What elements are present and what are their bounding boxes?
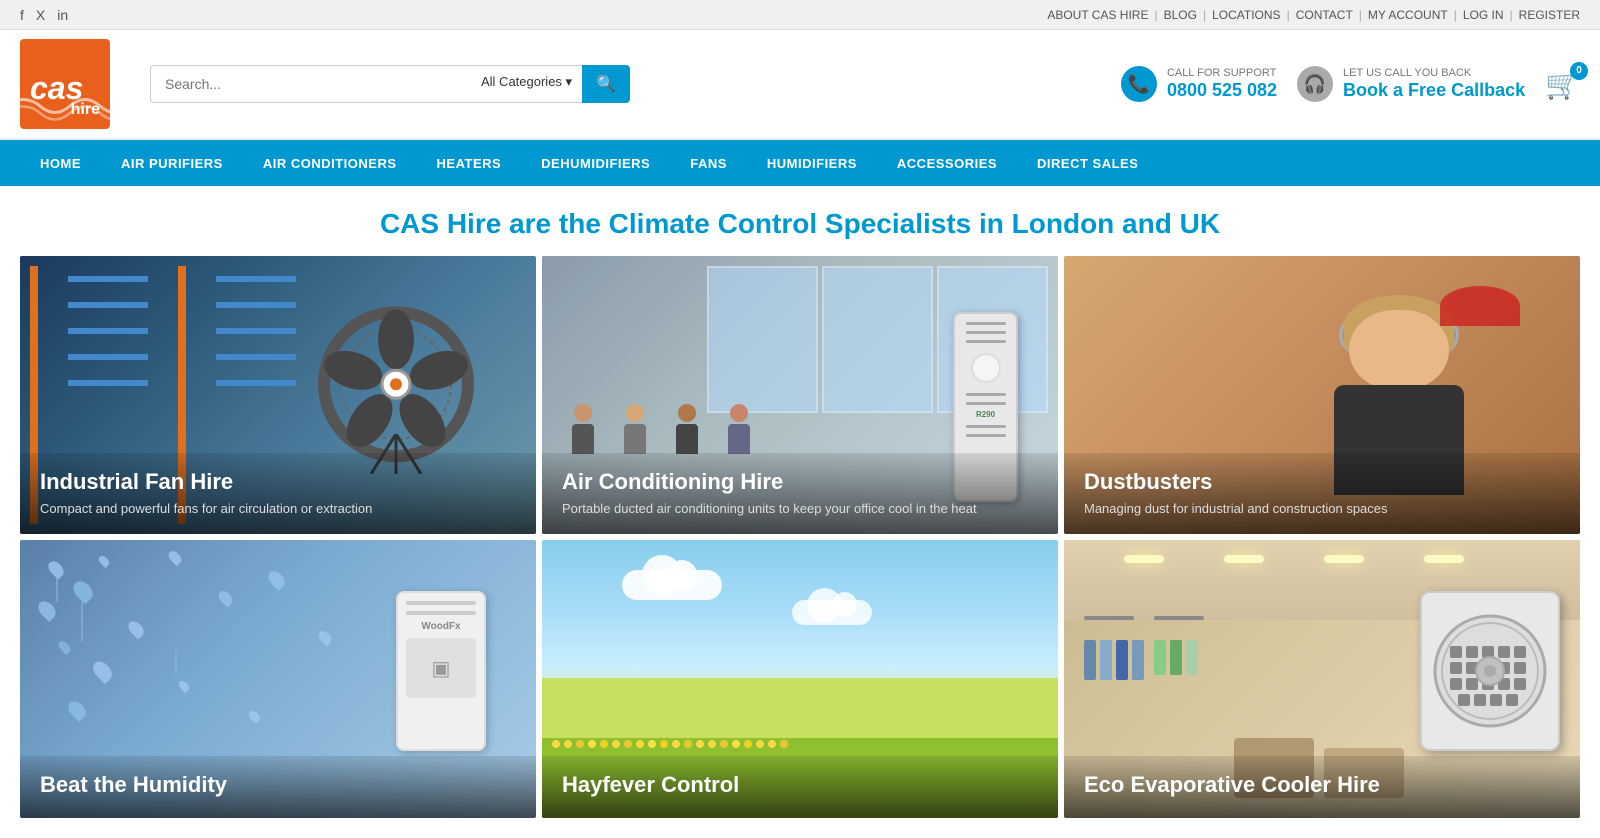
nav-home[interactable]: HOME [20, 140, 101, 186]
support-label: CALL FOR SUPPORT [1167, 67, 1277, 80]
headset-icon: 🎧 [1297, 66, 1333, 102]
card-fan-overlay: Industrial Fan Hire Compact and powerful… [20, 453, 536, 534]
people-scene [572, 394, 750, 454]
search-area: All Categories ▾ 🔍 [150, 65, 630, 103]
card-air-conditioning[interactable]: R290 Air Conditioning Hire Portable duct… [542, 256, 1058, 534]
nav-air-purifiers[interactable]: AIR PURIFIERS [101, 140, 243, 186]
card-fan-desc: Compact and powerful fans for air circul… [40, 500, 516, 518]
grid-row-2: WoodFx ▣ Beat the Humidity [20, 540, 1580, 818]
cart-badge: 0 [1570, 62, 1588, 80]
card-ac-desc: Portable ducted air conditioning units t… [562, 500, 1038, 518]
social-links: f X in [20, 7, 68, 23]
cart-button[interactable]: 🛒 0 [1545, 68, 1580, 101]
nav-accessories[interactable]: ACCESSORIES [877, 140, 1017, 186]
about-link[interactable]: ABOUT CAS HIRE [1047, 8, 1148, 22]
card-hayfever-title: Hayfever Control [562, 772, 1038, 798]
card-ac-title: Air Conditioning Hire [562, 469, 1038, 495]
cloud-1 [622, 570, 722, 600]
nav-dehumidifiers[interactable]: DEHUMIDIFIERS [521, 140, 670, 186]
hero-title: CAS Hire are the Climate Control Special… [0, 186, 1600, 256]
cloud-2 [792, 600, 872, 625]
flowers [542, 740, 1058, 748]
card-hayfever[interactable]: Hayfever Control [542, 540, 1058, 818]
header-right: 📞 CALL FOR SUPPORT 0800 525 082 🎧 LET US… [1121, 66, 1580, 102]
my-account-link[interactable]: MY ACCOUNT [1368, 8, 1448, 22]
card-evaporative[interactable]: Eco Evaporative Cooler Hire [1064, 540, 1580, 818]
product-grid: Industrial Fan Hire Compact and powerful… [0, 256, 1600, 838]
twitter-icon[interactable]: X [36, 7, 45, 23]
top-bar: f X in ABOUT CAS HIRE | BLOG | LOCATIONS… [0, 0, 1600, 30]
nav-heaters[interactable]: HEATERS [417, 140, 522, 186]
nav-air-conditioners[interactable]: AIR CONDITIONERS [243, 140, 417, 186]
hard-hat [1440, 286, 1520, 326]
blog-link[interactable]: BLOG [1164, 8, 1197, 22]
evap-cooler-graphic [1420, 591, 1560, 751]
card-evap-title: Eco Evaporative Cooler Hire [1084, 772, 1560, 798]
card-dustbusters[interactable]: Dustbusters Managing dust for industrial… [1064, 256, 1580, 534]
dehumidifier-graphic: WoodFx ▣ [396, 591, 486, 751]
facebook-icon[interactable]: f [20, 7, 24, 23]
card-dustbuster-desc: Managing dust for industrial and constru… [1084, 500, 1560, 518]
register-link[interactable]: REGISTER [1519, 8, 1580, 22]
support-block: 📞 CALL FOR SUPPORT 0800 525 082 [1121, 66, 1277, 102]
card-fan-title: Industrial Fan Hire [40, 469, 516, 495]
support-number[interactable]: 0800 525 082 [1167, 80, 1277, 101]
grid-row-1: Industrial Fan Hire Compact and powerful… [20, 256, 1580, 534]
card-evap-overlay: Eco Evaporative Cooler Hire [1064, 756, 1580, 818]
nav-direct-sales[interactable]: DIRECT SALES [1017, 140, 1158, 186]
main-nav: HOME AIR PURIFIERS AIR CONDITIONERS HEAT… [0, 140, 1600, 186]
logo-hire-text: hire [71, 101, 100, 119]
top-nav-links: ABOUT CAS HIRE | BLOG | LOCATIONS | CONT… [1047, 8, 1580, 22]
nav-fans[interactable]: FANS [670, 140, 747, 186]
phone-icon: 📞 [1121, 66, 1157, 102]
card-humidity-overlay: Beat the Humidity [20, 756, 536, 818]
callback-block: 🎧 LET US CALL YOU BACK Book a Free Callb… [1297, 66, 1525, 102]
card-hayfever-overlay: Hayfever Control [542, 756, 1058, 818]
locations-link[interactable]: LOCATIONS [1212, 8, 1280, 22]
search-button[interactable]: 🔍 [582, 65, 630, 103]
callback-link[interactable]: Book a Free Callback [1343, 80, 1525, 101]
logo[interactable]: cas hire [20, 39, 110, 129]
card-humidity[interactable]: WoodFx ▣ Beat the Humidity [20, 540, 536, 818]
card-humidity-title: Beat the Humidity [40, 772, 516, 798]
field-mid [542, 678, 1058, 738]
callback-label: LET US CALL YOU BACK [1343, 67, 1525, 80]
card-ac-overlay: Air Conditioning Hire Portable ducted ai… [542, 453, 1058, 534]
nav-humidifiers[interactable]: HUMIDIFIERS [747, 140, 877, 186]
category-dropdown[interactable]: All Categories ▾ [471, 65, 582, 103]
header: cas hire All Categories ▾ 🔍 📞 CALL FOR S… [0, 30, 1600, 140]
linkedin-icon[interactable]: in [57, 7, 68, 23]
card-dustbuster-title: Dustbusters [1084, 469, 1560, 495]
login-link[interactable]: LOG IN [1463, 8, 1504, 22]
card-industrial-fan[interactable]: Industrial Fan Hire Compact and powerful… [20, 256, 536, 534]
contact-link[interactable]: CONTACT [1296, 8, 1353, 22]
callback-info: LET US CALL YOU BACK Book a Free Callbac… [1343, 67, 1525, 101]
search-input[interactable] [150, 65, 471, 103]
support-info: CALL FOR SUPPORT 0800 525 082 [1167, 67, 1277, 101]
card-dustbuster-overlay: Dustbusters Managing dust for industrial… [1064, 453, 1580, 534]
